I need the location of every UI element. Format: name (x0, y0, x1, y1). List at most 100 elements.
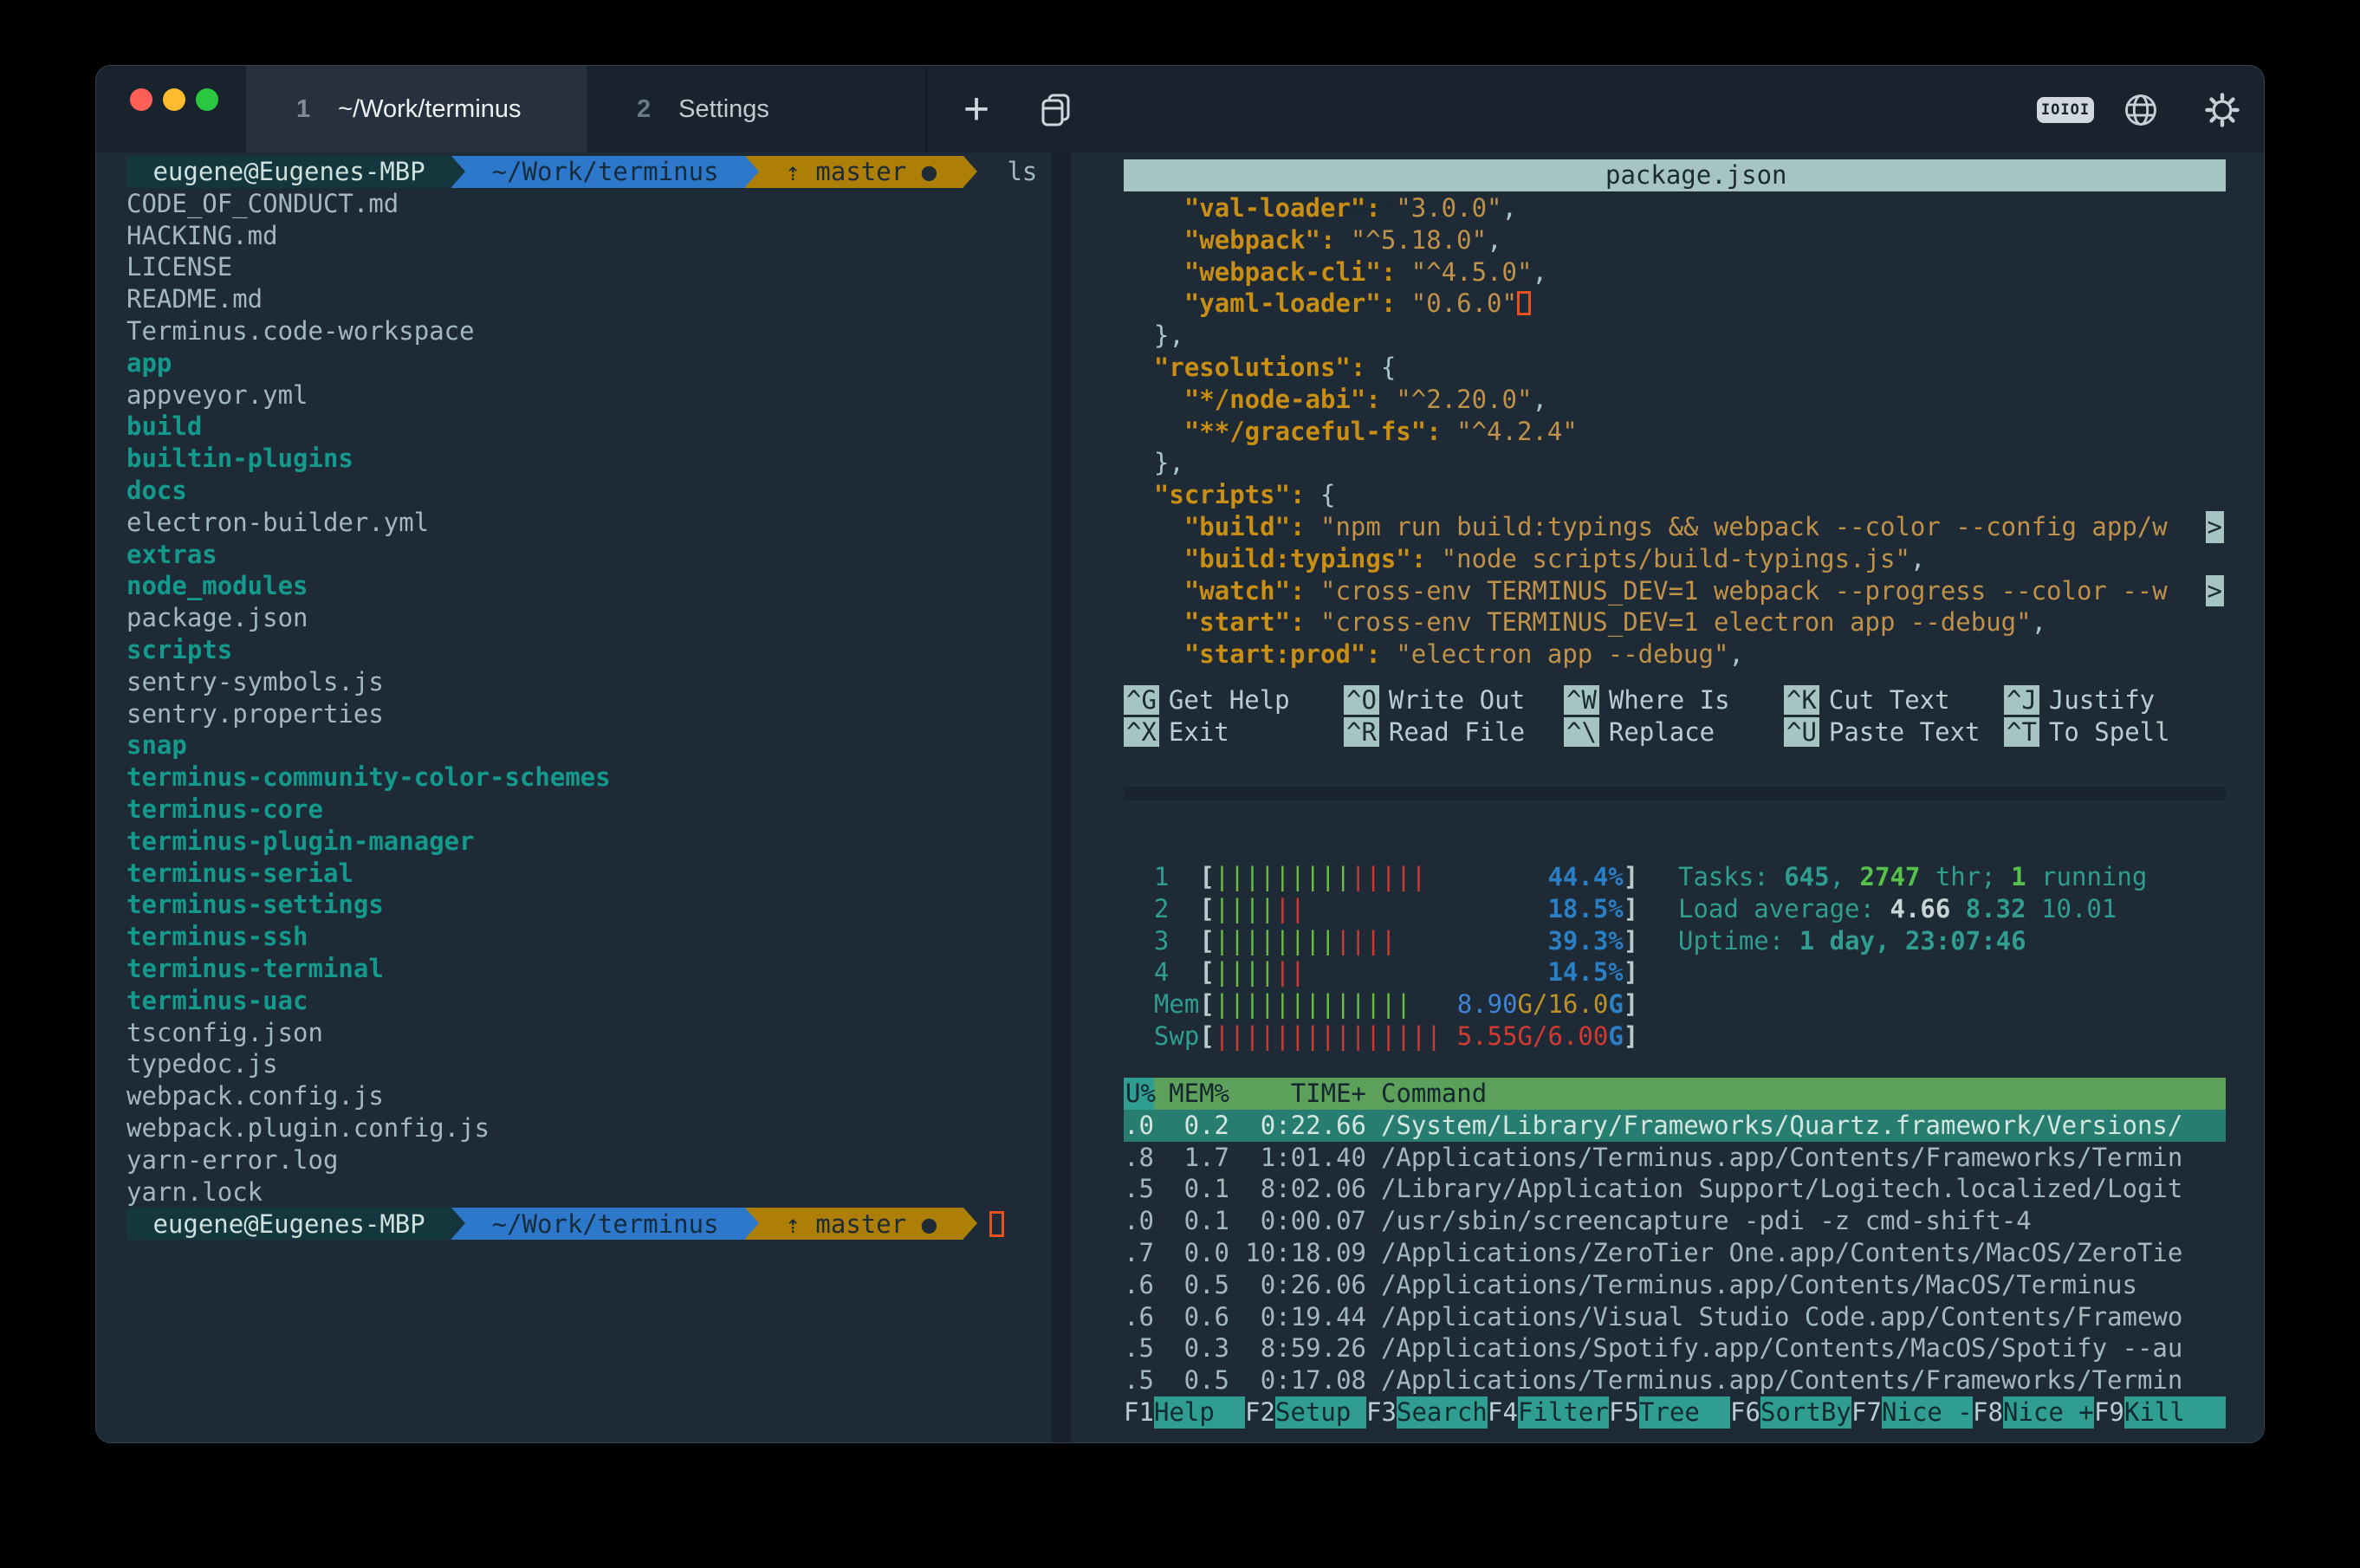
json-punctuation (1381, 385, 1396, 414)
file-name: yarn.lock (126, 1177, 263, 1207)
function-key[interactable]: F7Nice - (1851, 1396, 1973, 1429)
nano-shortcut[interactable]: ^OWrite Out (1344, 684, 1564, 716)
process-row[interactable]: .81.71:01.40/Applications/Terminus.app/C… (1124, 1142, 2226, 1174)
nano-shortcut[interactable]: ^U Paste Text (1784, 716, 2004, 748)
function-key[interactable]: F3Search (1366, 1396, 1488, 1429)
meter-bracket: [ (1199, 926, 1214, 956)
shell-pane[interactable]: eugene@Eugenes-MBP ~/Work/terminus ⇡ mas… (96, 152, 1052, 1442)
header-mem: MEM% (1169, 1078, 1229, 1110)
nano-buffer[interactable]: "val-loader": "3.0.0", "webpack": "^5.18… (1124, 192, 2226, 671)
process-row[interactable]: .00.20:22.66/System/Library/Frameworks/Q… (1124, 1110, 2226, 1142)
tab-work-terminus[interactable]: 1 ~/Work/terminus (246, 66, 587, 152)
serial-port-icon[interactable]: IOIOI (2037, 97, 2094, 123)
summary-part: 1 (2011, 862, 2026, 891)
file-entry: app (126, 347, 1052, 379)
function-key[interactable]: F8Nice + (1973, 1396, 2094, 1429)
meter-bars-green: |||| (1215, 957, 1275, 987)
process-row[interactable]: .60.50:26.06/Applications/Terminus.app/C… (1124, 1269, 2226, 1301)
json-value: "^5.18.0" (1351, 225, 1487, 255)
function-key[interactable]: F5Tree (1609, 1396, 1730, 1429)
cell-time: 8:59.26 (1244, 1332, 1366, 1364)
cell-command: /usr/sbin/screencapture -pdi -z cmd-shif… (1381, 1205, 2226, 1237)
nano-shortcut[interactable]: ^\Replace (1564, 716, 1784, 748)
shortcut-key: ^U (1784, 717, 1819, 747)
new-tab-button[interactable]: + (942, 66, 1011, 152)
meter-bars-red: ||||||||||||||| (1215, 1021, 1442, 1051)
shell-prompt: eugene@Eugenes-MBP ~/Work/terminus ⇡ mas… (126, 156, 1052, 188)
htop-process-table[interactable]: U%MEM%TIME+Command.00.20:22.66/System/Li… (1124, 1078, 2226, 1396)
meter-bars-green: |||||||| (1215, 926, 1336, 956)
directory-name: terminus-community-color-schemes (126, 762, 611, 792)
json-punctuation (1124, 512, 1184, 541)
function-key[interactable]: F6SortBy (1730, 1396, 1851, 1429)
meter-bracket: [ (1199, 989, 1214, 1019)
close-button[interactable] (130, 88, 152, 111)
meter-percent: 44.4% (1547, 861, 1623, 893)
file-name: sentry.properties (126, 699, 384, 729)
meter-bars: |||||||||||||8.90G/16.0G (1215, 988, 1624, 1020)
shortcut-label: Paste Text (1829, 717, 1981, 747)
meter-value-part: G (1608, 1021, 1623, 1051)
cell-command: /Applications/ZeroTier One.app/Contents/… (1381, 1237, 2226, 1269)
nano-shortcut[interactable]: ^GGet Help (1124, 684, 1344, 716)
json-key: "build:typings": (1184, 544, 1426, 573)
directory-name: terminus-terminal (126, 954, 384, 983)
nano-shortcut[interactable]: ^RRead File (1344, 716, 1564, 748)
minimize-button[interactable] (163, 88, 185, 111)
nano-shortcut[interactable]: ^WWhere Is (1564, 684, 1784, 716)
file-entry: extras (126, 539, 1052, 571)
process-table-header[interactable]: U%MEM%TIME+Command (1124, 1078, 2226, 1110)
function-key[interactable]: F2Setup (1245, 1396, 1366, 1429)
process-row[interactable]: .50.50:17.08/Applications/Terminus.app/C… (1124, 1364, 2226, 1396)
settings-button[interactable] (2203, 91, 2241, 133)
pane-divider-vertical[interactable] (1052, 152, 1071, 1442)
json-value: "npm run build:typings && webpack --colo… (1320, 512, 2168, 541)
file-entry: sentry.properties (126, 698, 1052, 730)
file-entry: terminus-core (126, 794, 1052, 826)
meter-label: 3 (1124, 926, 1199, 956)
meter-bars: |||||||||||||||5.55G/6.00G (1215, 1020, 1624, 1053)
file-entry: terminus-community-color-schemes (126, 761, 1052, 794)
nano-shortcut[interactable]: ^XExit (1124, 716, 1344, 748)
directory-name: terminus-serial (126, 859, 353, 888)
split-duplicate-button[interactable] (1021, 66, 1091, 152)
cell-mem: 0.2 (1169, 1110, 1229, 1142)
meter-bars-red: || (1275, 894, 1306, 923)
json-punctuation (1306, 512, 1320, 541)
typed-command: ls (977, 157, 1038, 186)
globe-button[interactable] (2122, 91, 2160, 133)
header-cpu: U% (1124, 1078, 1154, 1110)
cell-cpu: .6 (1124, 1269, 1154, 1301)
json-value: "cross-env TERMINUS_DEV=1 electron app -… (1320, 607, 2032, 637)
shortcut-label: Write Out (1389, 685, 1525, 715)
directory-name: node_modules (126, 571, 308, 600)
function-key[interactable]: F1Help (1124, 1396, 1245, 1429)
process-row[interactable]: .50.18:02.06/Library/Application Support… (1124, 1173, 2226, 1205)
nano-shortcut[interactable]: ^JJustify (2004, 684, 2224, 716)
nano-shortcut[interactable]: ^KCut Text (1784, 684, 2004, 716)
json-punctuation (1124, 639, 1184, 669)
function-key[interactable]: F9Kill (2094, 1396, 2226, 1429)
process-row[interactable]: .00.10:00.07/usr/sbin/screencapture -pdi… (1124, 1205, 2226, 1237)
meter-label: 2 (1124, 894, 1199, 923)
json-key: "webpack-cli": (1184, 257, 1396, 287)
process-row[interactable]: .60.60:19.44/Applications/Visual Studio … (1124, 1301, 2226, 1333)
function-key[interactable]: F4Filter (1488, 1396, 1609, 1429)
pane-divider-horizontal[interactable] (1124, 787, 2226, 800)
json-punctuation (1124, 353, 1154, 382)
cell-time: 0:00.07 (1244, 1205, 1366, 1237)
file-name: webpack.config.js (126, 1081, 384, 1111)
process-row[interactable]: .70.010:18.09/Applications/ZeroTier One.… (1124, 1237, 2226, 1269)
nano-line: "start": "cross-env TERMINUS_DEV=1 elect… (1124, 606, 2226, 638)
json-key: "resolutions": (1154, 353, 1365, 382)
tab-settings[interactable]: 2 Settings (587, 66, 927, 152)
file-entry: scripts (126, 634, 1052, 666)
cell-command: /Applications/Terminus.app/Contents/Fram… (1381, 1364, 2226, 1396)
meter-value-part: G (1608, 989, 1623, 1019)
process-row[interactable]: .50.38:59.26/Applications/Spotify.app/Co… (1124, 1332, 2226, 1364)
meter-bracket: [ (1199, 862, 1214, 891)
nano-shortcut[interactable]: ^TTo Spell (2004, 716, 2224, 748)
zoom-button[interactable] (196, 88, 218, 111)
tab-number: 2 (637, 95, 651, 124)
meter-bars-red: ||||| (1351, 862, 1426, 891)
